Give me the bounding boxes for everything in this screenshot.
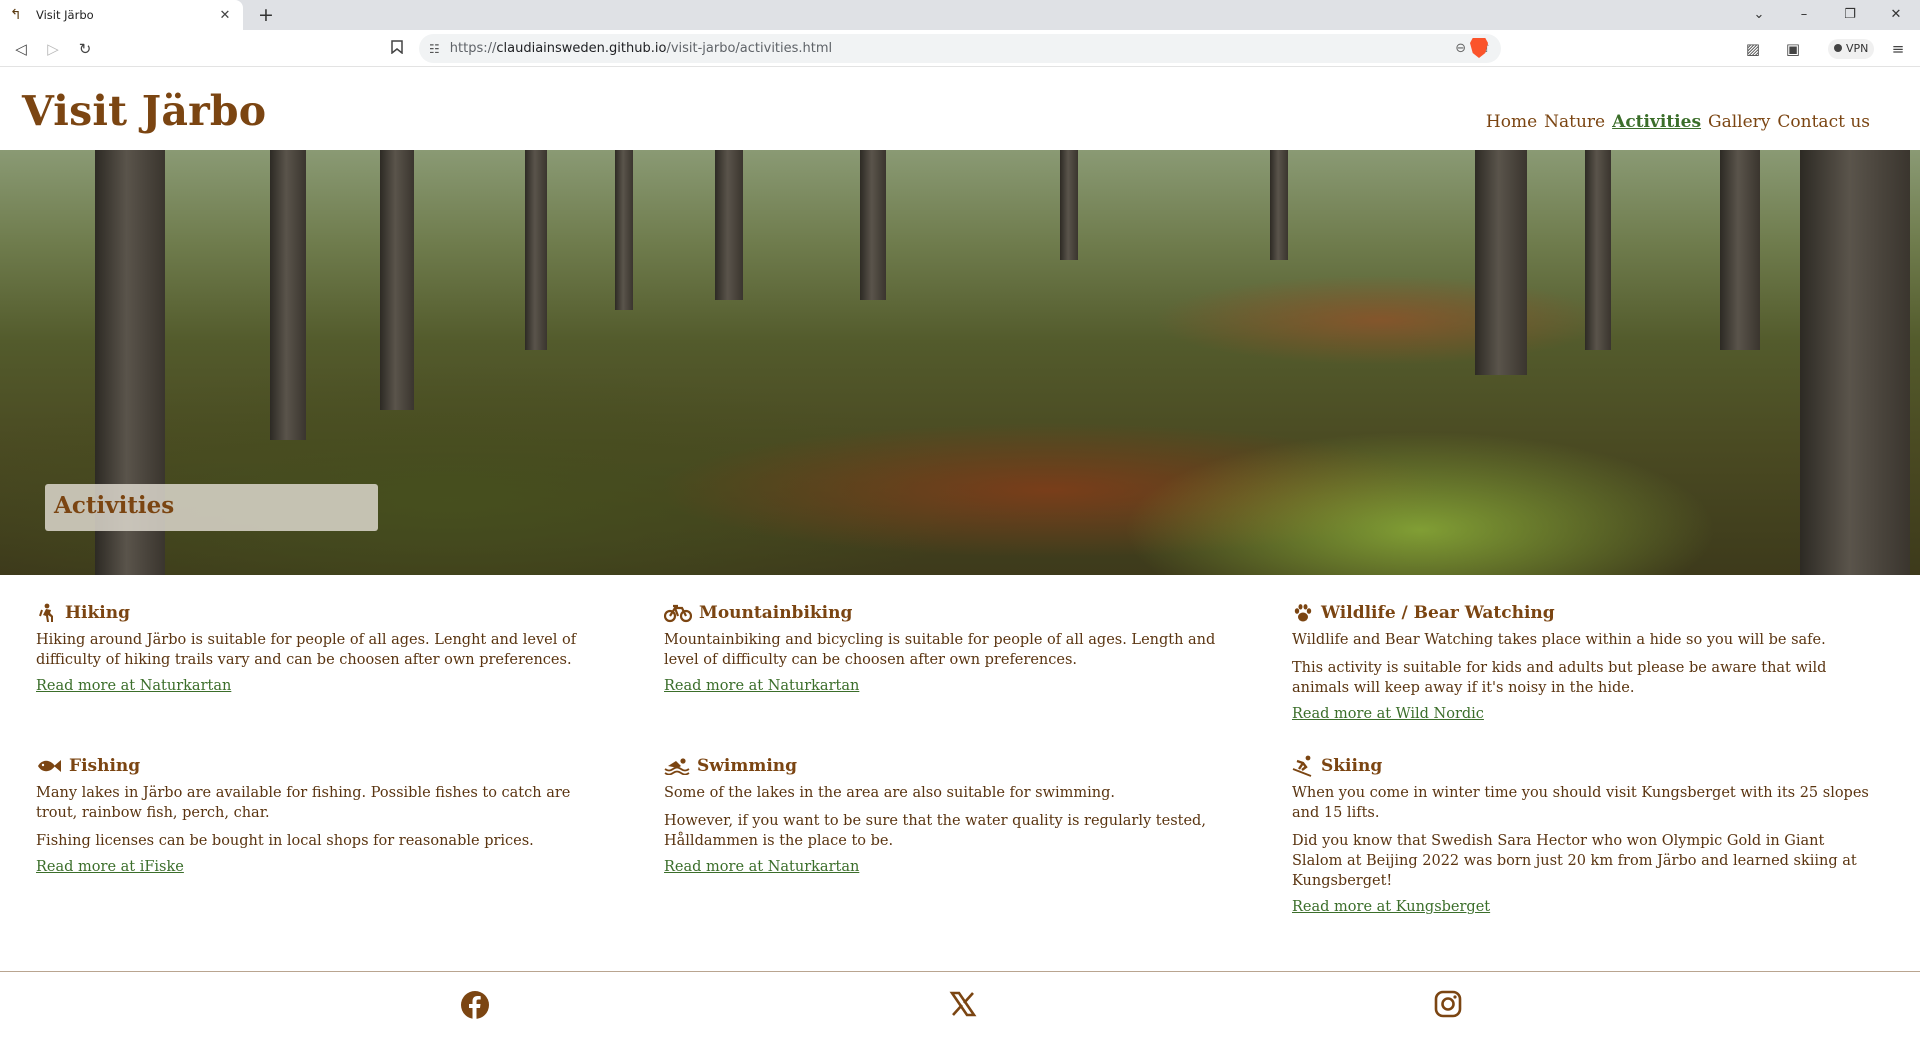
activity-text: Hiking around Järbo is suitable for peop… <box>36 632 577 668</box>
read-more-link[interactable]: Read more at Wild Nordic <box>1292 706 1484 722</box>
swimmer-icon <box>664 755 690 777</box>
facebook-icon[interactable] <box>460 990 490 1020</box>
nav-nature[interactable]: Nature <box>1544 112 1605 132</box>
main-nav: Home Nature Activities Gallery Contact u… <box>1486 112 1870 132</box>
tree-trunk <box>615 150 633 310</box>
vpn-button[interactable]: VPN <box>1828 39 1875 59</box>
activity-title: Skiing <box>1321 756 1383 776</box>
close-tab-icon[interactable]: ✕ <box>217 8 233 23</box>
fish-icon <box>36 755 62 777</box>
tree-trunk <box>860 150 886 300</box>
activity-text: However, if you want to be sure that the… <box>664 813 1206 849</box>
tab-title: Visit Järbo <box>36 8 94 22</box>
activity-text: When you come in winter time you should … <box>1292 785 1869 821</box>
activity-text: Fishing licenses can be bought in local … <box>36 833 534 849</box>
browser-tabstrip: ↰ Visit Järbo ✕ + ⌄ – ❐ ✕ <box>0 0 1920 30</box>
read-more-link[interactable]: Read more at iFiske <box>36 859 184 875</box>
activity-title: Swimming <box>697 756 798 776</box>
back-button[interactable]: ◁ <box>9 37 33 61</box>
instagram-icon[interactable] <box>1434 990 1464 1020</box>
activity-mountainbiking: Mountainbiking Mountainbiking and bicycl… <box>664 602 1244 694</box>
restore-button[interactable]: ❐ <box>1827 0 1873 30</box>
tree-trunk <box>1270 150 1288 260</box>
forward-button[interactable]: ▷ <box>41 37 65 61</box>
browser-toolbar: ◁ ▷ ↻ ☷ https://claudiainsweden.github.i… <box>0 30 1920 67</box>
new-tab-button[interactable]: + <box>255 4 277 26</box>
read-more-link[interactable]: Read more at Naturkartan <box>664 678 859 694</box>
activity-wildlife: Wildlife / Bear Watching Wildlife and Be… <box>1292 602 1872 722</box>
minimize-button[interactable]: – <box>1781 0 1827 30</box>
activity-skiing: Skiing When you come in winter time you … <box>1292 755 1872 915</box>
tree-trunk <box>715 150 743 300</box>
tree-trunk <box>1060 150 1078 260</box>
browser-tab[interactable]: ↰ Visit Järbo ✕ <box>0 0 243 30</box>
activity-text: Mountainbiking and bicycling is suitable… <box>664 632 1216 668</box>
site-footer <box>0 971 1920 1040</box>
x-icon[interactable] <box>949 990 979 1020</box>
read-more-link[interactable]: Read more at Kungsberget <box>1292 899 1490 915</box>
activity-text: Wildlife and Bear Watching takes place w… <box>1292 632 1826 648</box>
site-favicon-icon: ↰ <box>10 7 22 23</box>
activity-text: Did you know that Swedish Sara Hector wh… <box>1292 833 1857 889</box>
address-bar[interactable]: ☷ https://claudiainsweden.github.io/visi… <box>419 34 1501 63</box>
tree-trunk <box>380 150 414 410</box>
reload-button[interactable]: ↻ <box>73 37 97 61</box>
page-title: Activities <box>54 492 175 519</box>
read-more-link[interactable]: Read more at Naturkartan <box>36 678 231 694</box>
activity-title: Mountainbiking <box>699 603 853 623</box>
hero-caption: Activities <box>45 484 378 531</box>
nav-activities[interactable]: Activities <box>1612 112 1701 132</box>
nav-home[interactable]: Home <box>1486 112 1537 132</box>
wallet-icon[interactable]: ▣ <box>1781 37 1805 61</box>
activity-title: Fishing <box>69 756 141 776</box>
bicycle-icon <box>664 602 692 624</box>
tab-search-chevron-icon[interactable]: ⌄ <box>1736 0 1782 30</box>
tree-trunk <box>525 150 547 350</box>
activity-title: Wildlife / Bear Watching <box>1321 603 1555 623</box>
activity-title: Hiking <box>65 603 131 623</box>
activity-fishing: Fishing Many lakes in Järbo are availabl… <box>36 755 616 875</box>
tree-trunk <box>1720 150 1760 350</box>
hero-forest-image: Activities <box>0 150 1920 575</box>
skiing-icon <box>1292 755 1314 777</box>
tree-trunk <box>1585 150 1611 350</box>
site-header: Visit Järbo Home Nature Activities Galle… <box>0 67 1920 150</box>
activity-hiking: Hiking Hiking around Järbo is suitable f… <box>36 602 616 694</box>
tree-trunk <box>1475 150 1527 375</box>
tree-trunk <box>1800 150 1910 575</box>
site-logo[interactable]: Visit Järbo <box>22 87 266 135</box>
bookmark-icon[interactable] <box>385 37 409 61</box>
paw-icon <box>1292 602 1314 624</box>
hiking-icon <box>36 602 58 624</box>
close-window-button[interactable]: ✕ <box>1873 0 1919 30</box>
activity-text: Some of the lakes in the area are also s… <box>664 785 1116 801</box>
menu-icon[interactable]: ≡ <box>1886 37 1910 61</box>
read-more-link[interactable]: Read more at Naturkartan <box>664 859 859 875</box>
nav-gallery[interactable]: Gallery <box>1708 112 1770 132</box>
nav-contact[interactable]: Contact us <box>1777 112 1870 132</box>
zoom-icon[interactable]: ⊖ <box>1455 41 1466 56</box>
url-text[interactable]: https://claudiainsweden.github.io/visit-… <box>450 41 1441 56</box>
activity-text: This activity is suitable for kids and a… <box>1292 660 1827 696</box>
sidebar-toggle-icon[interactable]: ▨ <box>1741 37 1765 61</box>
tree-trunk <box>270 150 306 440</box>
site-info-icon[interactable]: ☷ <box>429 42 440 56</box>
activity-swimming: Swimming Some of the lakes in the area a… <box>664 755 1244 875</box>
activity-text: Many lakes in Järbo are available for fi… <box>36 785 571 821</box>
